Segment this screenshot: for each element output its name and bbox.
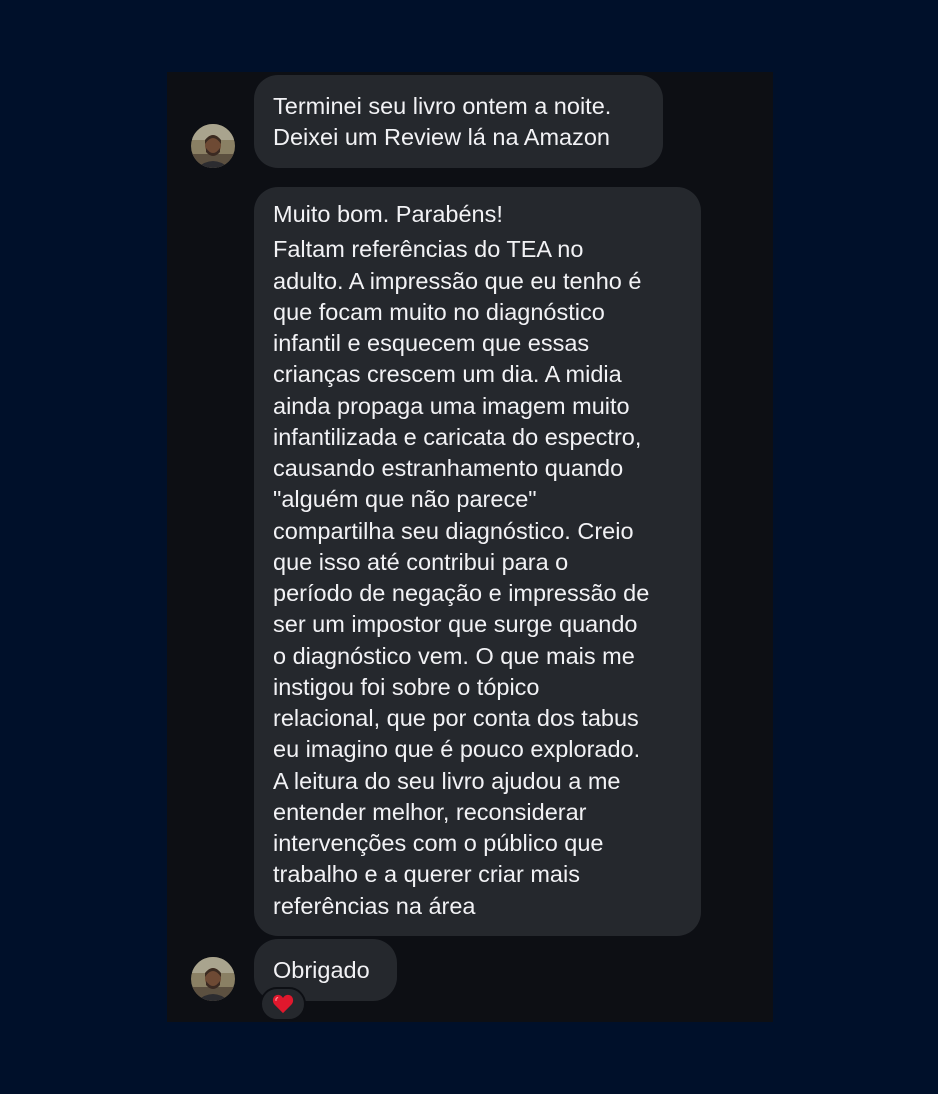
message-text-line: que focam muito no diagnóstico [273, 298, 605, 325]
message-text-line: instigou foi sobre o tópico [273, 673, 540, 700]
message-bubble-review[interactable]: Terminei seu livro ontem a noite. Deixei… [254, 75, 663, 168]
heart-icon [272, 994, 294, 1014]
reaction-badge[interactable] [260, 987, 306, 1021]
message-text-line: Obrigado [273, 957, 370, 983]
avatar[interactable] [191, 957, 235, 1001]
message-text-line: A leitura do seu livro ajudou a me [273, 767, 621, 794]
message-text-line: Terminei seu livro ontem a noite. [273, 93, 612, 119]
message-text-line: infantilizada e caricata do espectro, [273, 423, 642, 450]
message-text-line: "alguém que não parece" [273, 486, 537, 513]
message-bubble-feedback[interactable]: Muito bom. Parabéns! Faltam referências … [254, 187, 701, 936]
message-text-line: Deixei um Review lá na Amazon [273, 124, 610, 150]
avatar-photo-icon [191, 957, 235, 1001]
message-text-line: trabalho e a querer criar mais [273, 861, 580, 888]
message-text-line: causando estranhamento quando [273, 455, 624, 481]
message-text-line: crianças crescem um dia. A midia [273, 361, 622, 388]
chat-panel: Terminei seu livro ontem a noite. Deixei… [167, 72, 773, 1022]
message-text-line: infantil e esquecem que essas [273, 330, 590, 356]
message-text-line: que isso até contribui para o [273, 548, 569, 575]
message-text-line: referências na área [273, 892, 476, 919]
message-text-line: Muito bom. Parabéns! [273, 201, 503, 227]
message-text-line: relacional, que por conta dos tabus [273, 705, 639, 731]
message-text-line: período de negação e impressão de [273, 580, 650, 606]
message-text-line: compartilha seu diagnóstico. Creio [273, 517, 634, 544]
avatar-photo-icon [191, 124, 235, 168]
message-text-line: entender melhor, reconsiderar [273, 798, 587, 825]
message-text-line: o diagnóstico vem. O que mais me [273, 642, 635, 669]
message-text-line: ser um impostor que surge quando [273, 611, 638, 638]
message-text-line: ainda propaga uma imagem muito [273, 392, 630, 419]
message-text-line: intervenções com o público que [273, 830, 604, 856]
message-text-line: adulto. A impressão que eu tenho é [273, 267, 642, 294]
message-text-line: eu imagino que é pouco explorado. [273, 736, 641, 763]
avatar[interactable] [191, 124, 235, 168]
message-text-line: Faltam referências do TEA no [273, 236, 584, 263]
